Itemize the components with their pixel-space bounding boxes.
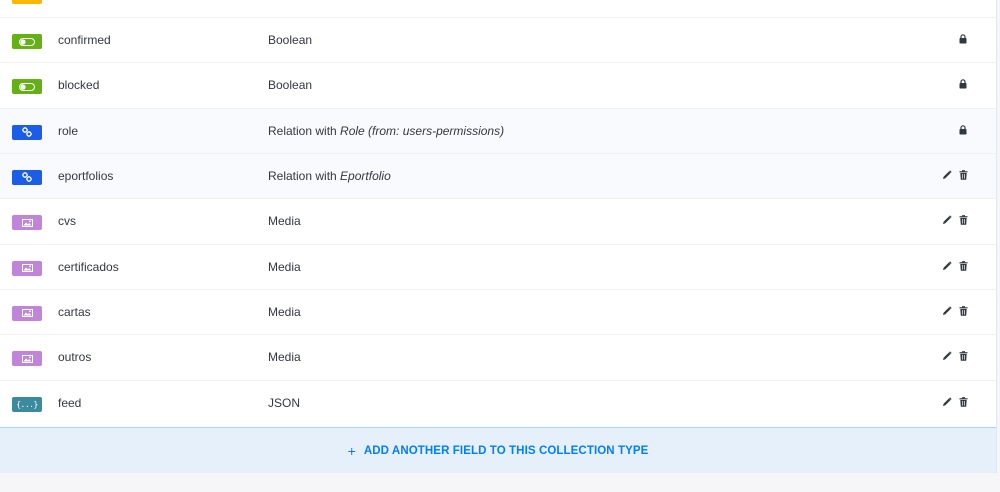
field-type-text: Relation with xyxy=(268,123,341,138)
plus-icon: + xyxy=(347,442,356,459)
pencil-icon[interactable] xyxy=(942,214,952,226)
trash-icon[interactable] xyxy=(958,396,968,408)
trash-icon[interactable] xyxy=(958,169,968,181)
field-name: cvs xyxy=(58,214,76,229)
field-actions xyxy=(958,124,968,136)
field-type-text: Media xyxy=(268,214,301,229)
field-actions xyxy=(942,214,968,226)
pencil-icon[interactable] xyxy=(942,305,952,317)
field-actions xyxy=(958,33,968,45)
field-row[interactable]: eportfolios Relation with Eportfolio xyxy=(0,152,996,199)
field-type-text: Media xyxy=(268,304,301,319)
media-icon xyxy=(12,305,42,321)
trash-icon[interactable] xyxy=(958,214,968,226)
field-type-text: Boolean xyxy=(268,78,313,93)
field-actions xyxy=(942,396,968,408)
pencil-icon[interactable] xyxy=(942,350,952,362)
media-icon xyxy=(12,260,42,276)
relation-target: Role (from: users-permissions) xyxy=(340,123,505,138)
field-row[interactable]: outros Media xyxy=(0,334,996,379)
field-type-description: Media xyxy=(268,305,301,319)
json-icon: {...} xyxy=(12,396,42,412)
media-icon xyxy=(12,351,42,367)
field-type-text: Media xyxy=(268,350,301,365)
field-type-text: Relation with xyxy=(268,168,341,183)
fields-list: confirmed Boolean blocked Boolean role Relati… xyxy=(0,17,996,425)
field-name: outros xyxy=(58,350,92,365)
field-type-description: Relation with Role (from: users-permissi… xyxy=(268,124,504,138)
field-row[interactable]: certificados Media xyxy=(0,243,996,289)
field-actions xyxy=(942,305,968,317)
field-type-description: Media xyxy=(268,260,301,274)
field-actions xyxy=(942,350,968,362)
field-type-description: Boolean xyxy=(268,33,312,47)
pencil-icon[interactable] xyxy=(942,396,952,408)
field-name: eportfolios xyxy=(58,168,114,183)
field-actions xyxy=(942,260,968,272)
field-type-text: Media xyxy=(268,259,301,274)
field-name: blocked xyxy=(58,78,100,93)
field-name: cartas xyxy=(58,304,91,319)
field-row[interactable]: cvs Media xyxy=(0,198,996,243)
partial-field-type-icon xyxy=(12,0,42,4)
field-type-description: Relation with Eportfolio xyxy=(268,169,391,183)
field-row[interactable]: blocked Boolean xyxy=(0,62,996,107)
boolean-icon xyxy=(12,79,42,95)
trash-icon[interactable] xyxy=(958,350,968,362)
pencil-icon[interactable] xyxy=(942,169,952,181)
pencil-icon[interactable] xyxy=(942,260,952,272)
lock-icon xyxy=(958,124,968,136)
trash-icon[interactable] xyxy=(958,260,968,272)
relation-icon xyxy=(12,169,42,185)
field-row[interactable]: role Relation with Role (from: users-perm… xyxy=(0,107,996,153)
field-type-text: Boolean xyxy=(268,33,313,47)
lock-icon xyxy=(958,33,968,45)
add-field-label: ADD ANOTHER FIELD TO THIS COLLECTION TYP… xyxy=(363,444,649,457)
field-name: confirmed xyxy=(58,33,111,47)
field-actions xyxy=(942,169,968,181)
boolean-icon xyxy=(12,34,42,49)
field-actions xyxy=(958,78,968,90)
field-row[interactable]: {...} feed JSON xyxy=(0,379,996,425)
field-type-description: Media xyxy=(268,214,301,228)
field-name: feed xyxy=(58,395,82,410)
media-icon xyxy=(12,215,42,231)
field-type-description: Media xyxy=(268,350,301,364)
relation-icon xyxy=(12,124,42,140)
field-type-description: JSON xyxy=(268,396,300,410)
field-row[interactable]: cartas Media xyxy=(0,288,996,334)
field-name: certificados xyxy=(58,259,119,274)
field-row[interactable]: confirmed Boolean xyxy=(0,17,996,62)
fields-table-panel: confirmed Boolean blocked Boolean role Relati… xyxy=(0,0,997,473)
field-type-text: JSON xyxy=(268,395,301,410)
add-field-button[interactable]: + ADD ANOTHER FIELD TO THIS COLLECTION T… xyxy=(0,427,996,473)
field-name: role xyxy=(58,123,79,138)
lock-icon xyxy=(958,78,968,90)
relation-target: Eportfolio xyxy=(340,168,391,183)
field-type-description: Boolean xyxy=(268,78,312,92)
trash-icon[interactable] xyxy=(958,305,968,317)
